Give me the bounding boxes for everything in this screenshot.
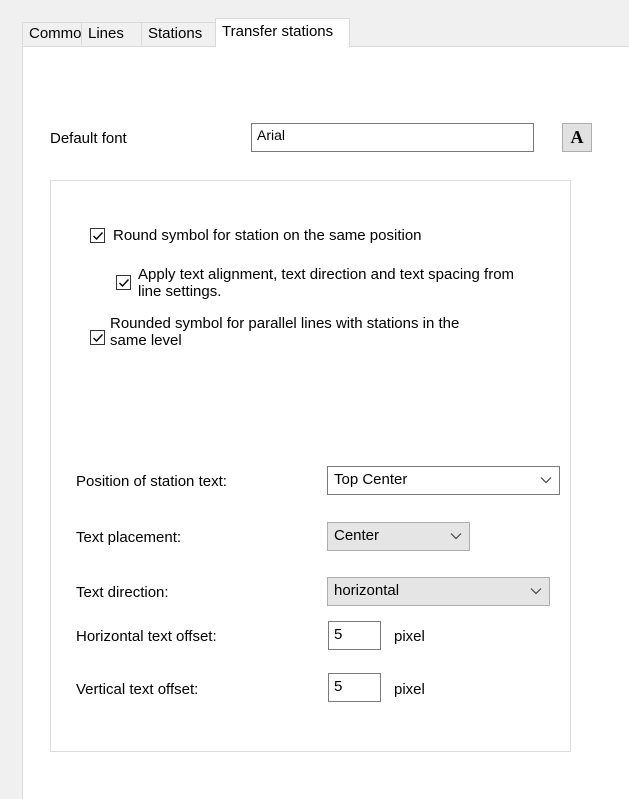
checkmark-icon (93, 334, 104, 343)
tab-common[interactable]: Common (22, 22, 90, 45)
tab-lines[interactable]: Lines (81, 22, 142, 45)
position-text-select[interactable]: Top Center (327, 466, 560, 495)
vertical-offset-label: Vertical text offset: (76, 681, 199, 698)
rounded-parallel-label-line1: Rounded symbol for parallel lines with s… (110, 315, 460, 332)
font-picker-button[interactable]: A (562, 123, 592, 152)
rounded-parallel-checkbox[interactable] (90, 330, 105, 345)
checkmark-icon (119, 279, 130, 288)
text-direction-label: Text direction: (76, 584, 169, 601)
text-placement-label: Text placement: (76, 529, 182, 546)
chevron-down-icon (540, 477, 552, 484)
text-placement-value: Center (334, 527, 380, 544)
horizontal-offset-unit: pixel (394, 628, 425, 645)
round-symbol-checkbox[interactable] (90, 228, 105, 243)
position-text-value: Top Center (334, 471, 408, 488)
tab-stations[interactable]: Stations (141, 22, 216, 45)
vertical-offset-unit: pixel (394, 681, 425, 698)
round-symbol-label: Round symbol for station on the same pos… (113, 227, 422, 244)
horizontal-offset-label: Horizontal text offset: (76, 628, 217, 645)
default-font-field[interactable]: Arial (251, 123, 534, 152)
tab-strip: Common Lines Stations Transfer stations (22, 18, 629, 47)
text-placement-select[interactable]: Center (327, 522, 470, 551)
apply-text-checkbox[interactable] (116, 275, 131, 290)
text-direction-value: horizontal (334, 582, 400, 599)
chevron-down-icon (530, 588, 542, 595)
checkmark-icon (93, 232, 104, 241)
horizontal-offset-field[interactable]: 5 (328, 621, 381, 650)
text-direction-select[interactable]: horizontal (327, 577, 550, 606)
position-text-label: Position of station text: (76, 473, 227, 490)
chevron-down-icon (450, 533, 462, 540)
apply-text-label-line2: line settings. (138, 283, 222, 300)
apply-text-label-line1: Apply text alignment, text direction and… (138, 266, 515, 283)
tab-transfer-stations[interactable]: Transfer stations (215, 18, 350, 47)
vertical-offset-field[interactable]: 5 (328, 673, 381, 702)
rounded-parallel-label-line2: same level (110, 332, 182, 349)
default-font-label: Default font (50, 130, 127, 147)
